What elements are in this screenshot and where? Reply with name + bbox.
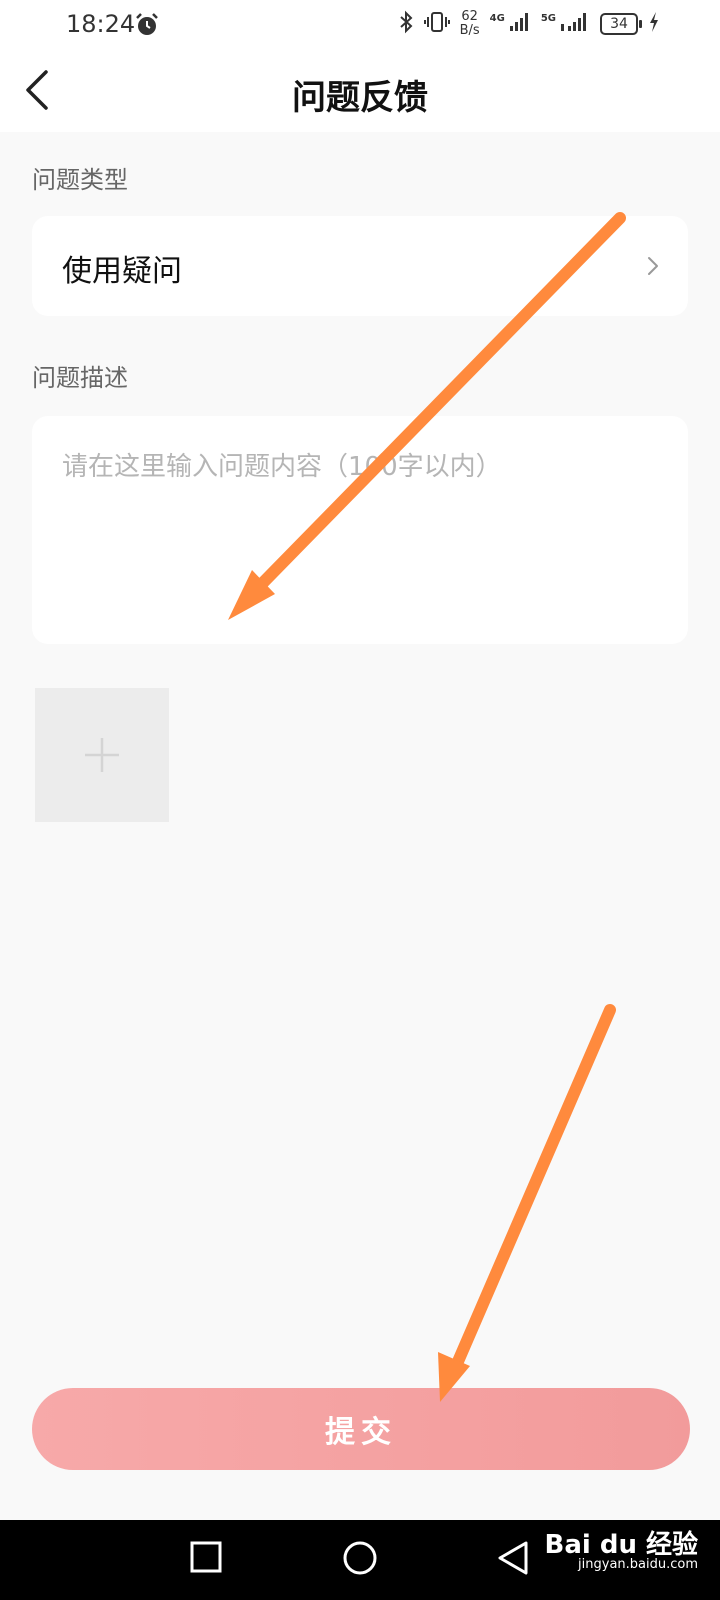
app-header: 问题反馈 <box>0 50 720 132</box>
back-nav-button[interactable] <box>496 1540 530 1580</box>
problem-type-selector[interactable]: 使用疑问 <box>32 216 688 316</box>
vibrate-icon <box>423 10 450 38</box>
problem-description-label: 问题描述 <box>32 364 128 392</box>
recents-button[interactable] <box>189 1540 223 1578</box>
bluetooth-icon <box>398 10 414 38</box>
add-image-button[interactable] <box>35 688 169 822</box>
annotation-arrow <box>438 1004 616 1402</box>
signal-icon <box>560 12 590 36</box>
square-icon <box>190 1541 222 1573</box>
circle-icon <box>343 1541 377 1575</box>
baidu-jingyan-watermark: Bai du 经验 jingyan.baidu.com <box>544 1530 699 1572</box>
charging-icon <box>648 11 660 37</box>
problem-type-value: 使用疑问 <box>62 254 182 289</box>
description-card <box>32 416 688 644</box>
page-title: 问题反馈 <box>292 78 428 118</box>
triangle-back-icon <box>498 1541 528 1575</box>
signal-icon <box>509 12 531 36</box>
plus-icon <box>85 738 119 772</box>
net-speed: 62 B/s <box>459 9 480 38</box>
problem-type-label: 问题类型 <box>32 166 128 194</box>
status-time: 18:24 <box>66 10 136 38</box>
status-bar: 18:24 62 B/s 4G 5G 34 <box>0 0 720 50</box>
home-button[interactable] <box>342 1540 378 1580</box>
network-label-5g: 5G <box>540 12 556 24</box>
alarm-icon <box>134 12 160 42</box>
submit-button[interactable]: 提交 <box>32 1388 690 1470</box>
description-input[interactable] <box>62 446 658 606</box>
system-nav-bar: Bai du 经验 jingyan.baidu.com <box>0 1520 720 1600</box>
network-label-4g: 4G <box>489 12 505 24</box>
chevron-right-icon <box>646 254 660 282</box>
battery-icon: 34 <box>600 13 642 35</box>
